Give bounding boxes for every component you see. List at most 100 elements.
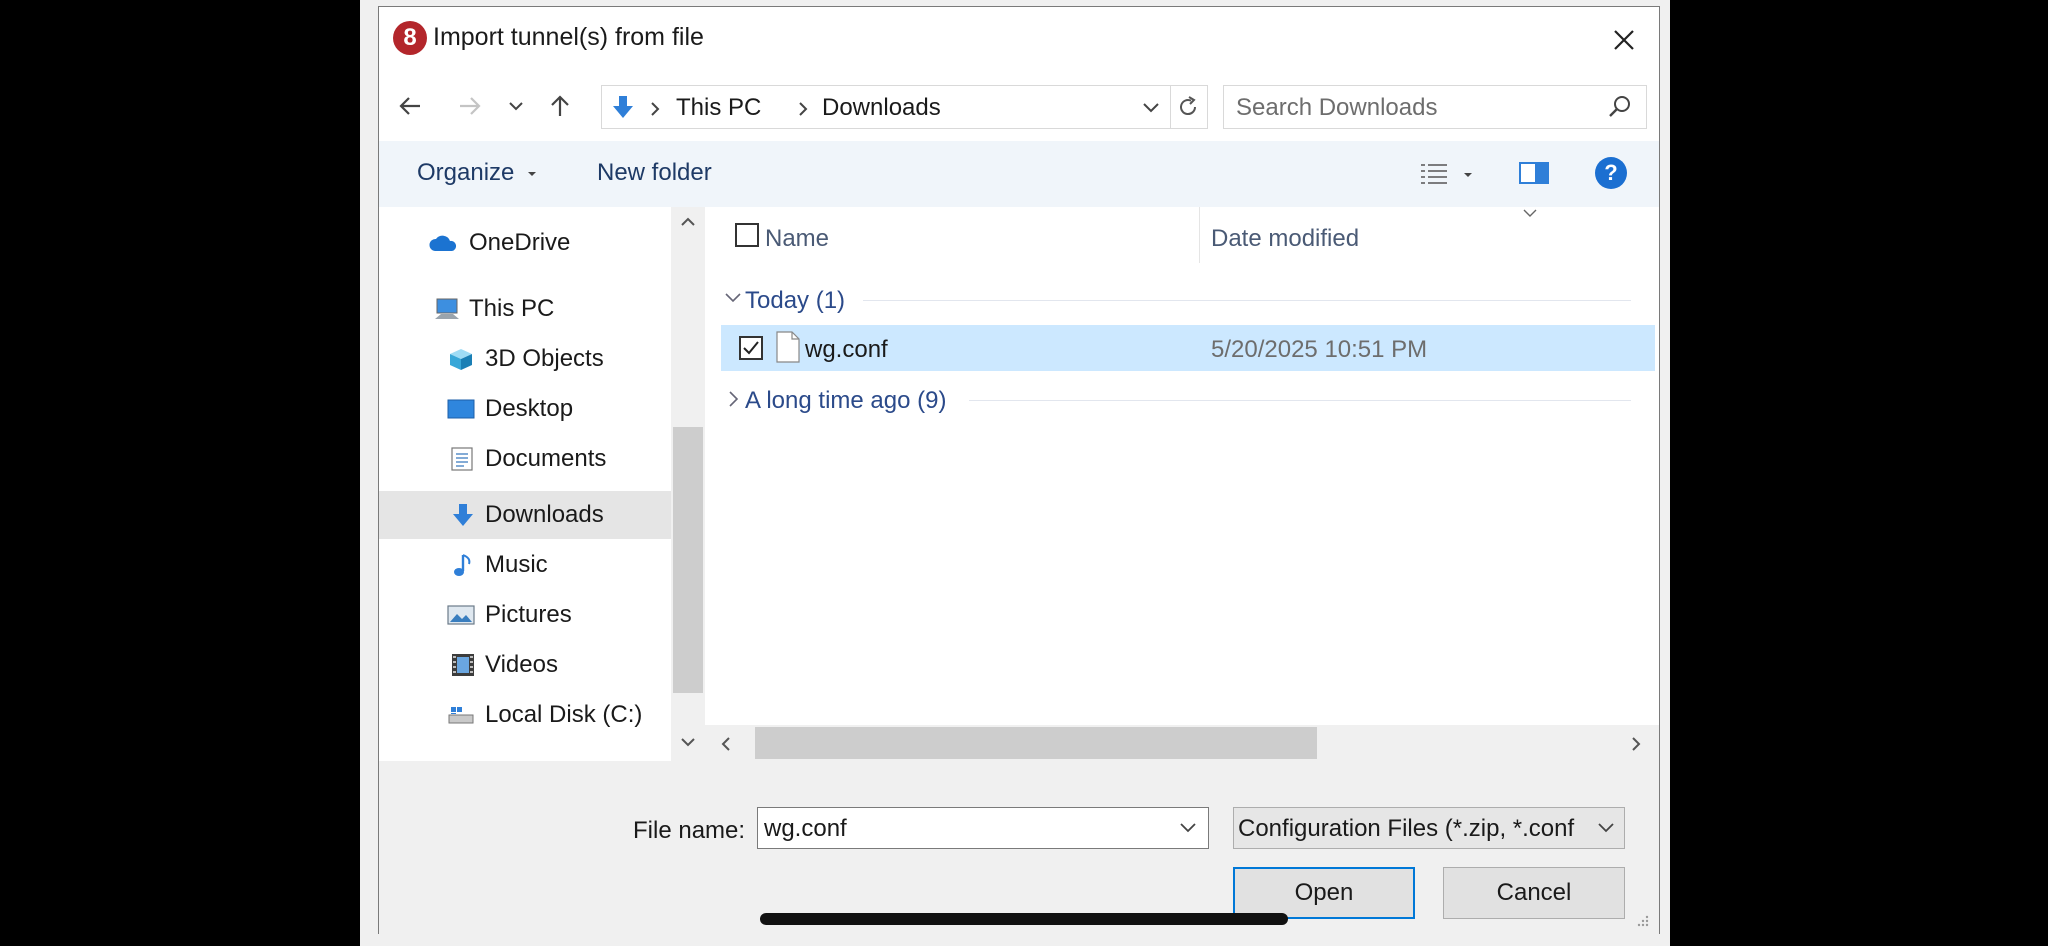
- address-history-dropdown-icon[interactable]: [1142, 102, 1160, 114]
- open-button[interactable]: Open: [1233, 867, 1415, 919]
- column-divider[interactable]: [1199, 207, 1200, 263]
- breadcrumb-this-pc[interactable]: This PC: [676, 94, 761, 122]
- search-icon[interactable]: [1608, 95, 1632, 119]
- row-checkbox[interactable]: [739, 336, 763, 360]
- scroll-left-icon[interactable]: [721, 737, 731, 751]
- help-icon[interactable]: ?: [1595, 157, 1627, 189]
- sidebar-item-label: 3D Objects: [485, 345, 604, 372]
- sidebar-item-label: Local Disk (C:): [485, 701, 643, 728]
- download-arrow-icon: [453, 504, 473, 526]
- computer-icon: [435, 298, 459, 319]
- sidebar-item-label: Pictures: [485, 601, 572, 628]
- preview-pane-icon: [1519, 162, 1549, 184]
- group-header-today[interactable]: Today (1): [715, 283, 1645, 317]
- sidebar-item-downloads[interactable]: Downloads: [379, 491, 671, 539]
- sort-indicator-icon: [1523, 209, 1537, 217]
- caret-down-icon: [528, 171, 537, 176]
- file-icon: [776, 331, 800, 363]
- select-all-checkbox[interactable]: [735, 223, 759, 247]
- up-button[interactable]: [543, 89, 577, 123]
- file-list-horizontal-scrollbar[interactable]: [705, 725, 1659, 761]
- up-arrow-icon: [551, 95, 569, 116]
- horizontal-scroll-thumb[interactable]: [755, 727, 1317, 759]
- file-type-filter-value: Configuration Files (*.zip, *.conf: [1238, 815, 1575, 842]
- sidebar-item-videos[interactable]: Videos: [379, 641, 671, 689]
- column-header-date-modified[interactable]: Date modified: [1211, 225, 1359, 253]
- details-view-icon: [1421, 164, 1447, 184]
- breadcrumb-chevron-icon: [651, 102, 660, 116]
- chevron-down-icon: [509, 102, 523, 111]
- sidebar-item-label: Documents: [485, 445, 607, 472]
- home-indicator-bar: [760, 913, 1288, 925]
- pictures-icon: [447, 605, 475, 625]
- sidebar-item-label: OneDrive: [469, 229, 571, 256]
- music-note-icon: [454, 554, 471, 576]
- group-divider: [969, 400, 1631, 401]
- sidebar-item-this-pc[interactable]: This PC: [379, 285, 671, 333]
- chevron-down-icon: [725, 293, 741, 303]
- chevron-down-icon: [1598, 823, 1614, 833]
- forward-button[interactable]: [453, 89, 487, 123]
- sidebar-item-label: Videos: [485, 651, 558, 678]
- group-divider: [863, 300, 1631, 301]
- file-list: Name Date modified Today (1) wg.conf 5/2…: [705, 207, 1659, 761]
- address-divider: [1170, 86, 1171, 128]
- dialog-footer: File name: wg.conf Configuration Files (…: [379, 761, 1659, 935]
- sidebar-item-label: Downloads: [485, 501, 604, 528]
- file-row-wg-conf[interactable]: wg.conf 5/20/2025 10:51 PM: [721, 325, 1655, 371]
- file-name-input[interactable]: wg.conf: [757, 807, 1209, 849]
- drive-icon: [448, 707, 474, 724]
- desktop-icon: [447, 399, 475, 419]
- onedrive-icon: [429, 235, 457, 251]
- file-open-dialog: 8 Import tunnel(s) from file This PC Dow…: [378, 6, 1660, 935]
- navigation-bar: This PC Downloads Search Downloads: [379, 71, 1659, 141]
- file-name-value[interactable]: wg.conf: [764, 815, 847, 843]
- organize-button[interactable]: Organize: [417, 159, 537, 187]
- documents-icon: [451, 447, 473, 471]
- chevron-down-icon[interactable]: [1180, 823, 1196, 833]
- group-label: Today (1): [745, 287, 846, 314]
- scroll-up-icon[interactable]: [681, 217, 695, 227]
- sidebar-item-music[interactable]: Music: [379, 541, 671, 589]
- scroll-right-icon[interactable]: [1631, 737, 1641, 751]
- back-arrow-icon: [399, 97, 420, 115]
- file-type-filter-select[interactable]: Configuration Files (*.zip, *.conf: [1233, 807, 1625, 849]
- organize-label: Organize: [417, 159, 515, 186]
- sidebar-item-desktop[interactable]: Desktop: [379, 385, 671, 433]
- sidebar-item-local-disk[interactable]: Local Disk (C:): [379, 691, 671, 739]
- dialog-title: Import tunnel(s) from file: [433, 23, 704, 51]
- forward-arrow-icon: [460, 97, 481, 115]
- wireguard-app-icon: 8: [393, 21, 427, 55]
- close-icon: [1614, 30, 1634, 50]
- caret-down-icon: [1464, 173, 1472, 177]
- file-name-label: File name:: [633, 817, 746, 844]
- scroll-down-icon[interactable]: [681, 737, 695, 747]
- navigation-pane: OneDrive This PC 3D Objects Desktop Docu…: [379, 207, 671, 761]
- cancel-button[interactable]: Cancel: [1443, 867, 1625, 919]
- change-view-button[interactable]: [1419, 161, 1479, 189]
- group-header-long-time-ago[interactable]: A long time ago (9): [715, 383, 1645, 417]
- column-header-name[interactable]: Name: [765, 225, 829, 253]
- close-button[interactable]: [1601, 17, 1647, 63]
- file-name: wg.conf: [805, 336, 888, 363]
- search-box[interactable]: Search Downloads: [1223, 85, 1647, 129]
- sidebar-item-onedrive[interactable]: OneDrive: [379, 219, 671, 267]
- download-arrow-icon: [613, 96, 633, 118]
- navigation-pane-scroll-thumb[interactable]: [673, 427, 703, 693]
- sidebar-item-documents[interactable]: Documents: [379, 435, 671, 483]
- film-icon: [452, 654, 474, 676]
- search-placeholder[interactable]: Search Downloads: [1236, 94, 1437, 122]
- new-folder-button[interactable]: New folder: [597, 159, 712, 187]
- recent-locations-button[interactable]: [499, 89, 533, 123]
- resize-grip-icon[interactable]: [1635, 913, 1649, 927]
- sidebar-item-label: Desktop: [485, 395, 574, 422]
- address-bar[interactable]: This PC Downloads: [601, 85, 1208, 129]
- sidebar-item-3d-objects[interactable]: 3D Objects: [379, 335, 671, 383]
- sidebar-item-label: Music: [485, 551, 548, 578]
- back-button[interactable]: [393, 89, 427, 123]
- command-toolbar: Organize New folder ?: [379, 141, 1659, 207]
- breadcrumb-downloads[interactable]: Downloads: [798, 94, 941, 122]
- sidebar-item-pictures[interactable]: Pictures: [379, 591, 671, 639]
- refresh-icon[interactable]: [1176, 95, 1200, 119]
- preview-pane-button[interactable]: [1519, 161, 1549, 190]
